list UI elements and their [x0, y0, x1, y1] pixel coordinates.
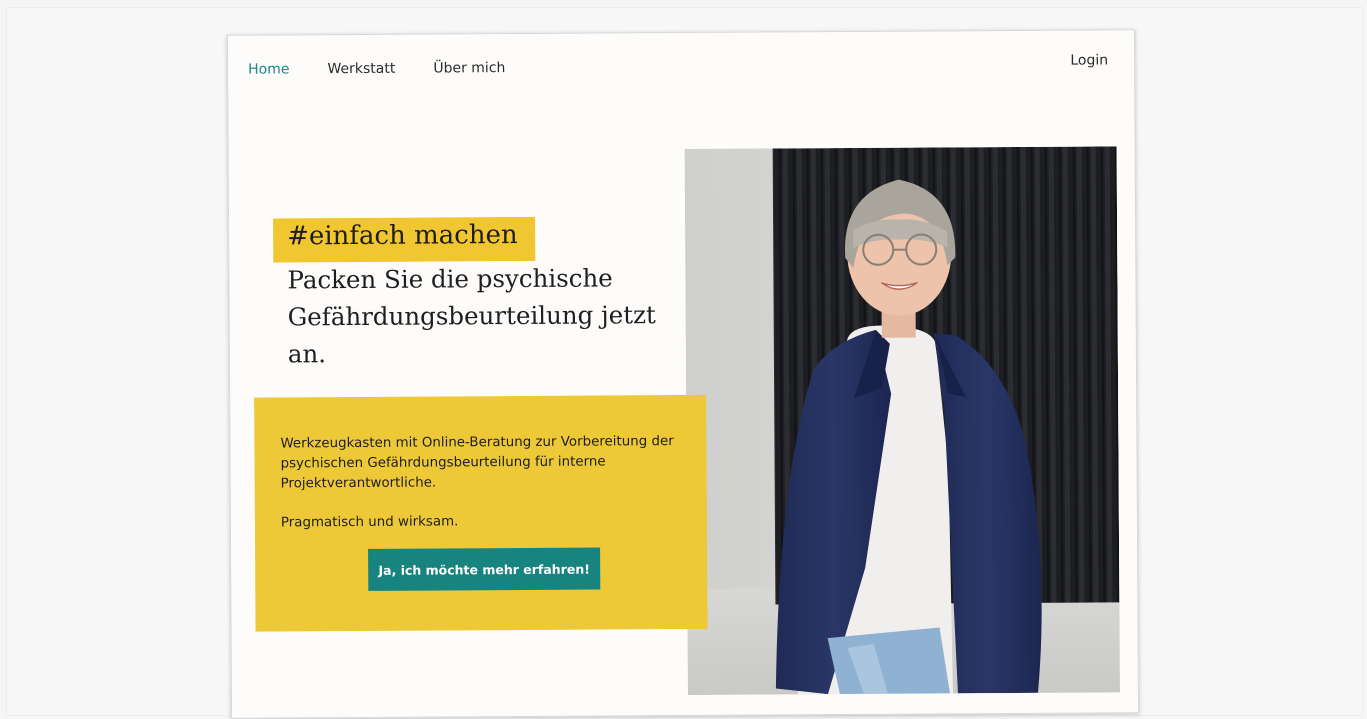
nav-item-ueber-mich[interactable]: Über mich — [433, 60, 505, 76]
intro-description: Werkzeugkasten mit Online-Beratung zur V… — [280, 432, 710, 495]
portrait-photo — [685, 146, 1120, 695]
hashtag-title: #einfach machen — [287, 220, 518, 251]
main-nav: Home Werkstatt Über mich — [248, 60, 543, 78]
website-preview: Home Werkstatt Über mich Login — [227, 29, 1139, 719]
cta-button[interactable]: Ja, ich möchte mehr erfahren! — [368, 548, 600, 591]
nav-item-home[interactable]: Home — [248, 61, 289, 77]
nav-item-werkstatt[interactable]: Werkstatt — [327, 61, 395, 77]
intro-tagline: Pragmatisch und wirksam. — [281, 512, 459, 533]
login-link[interactable]: Login — [1070, 52, 1108, 68]
hero-headline: Packen Sie die psychische Gefährdungsbeu… — [287, 259, 698, 373]
portrait-illustration — [685, 146, 1120, 695]
